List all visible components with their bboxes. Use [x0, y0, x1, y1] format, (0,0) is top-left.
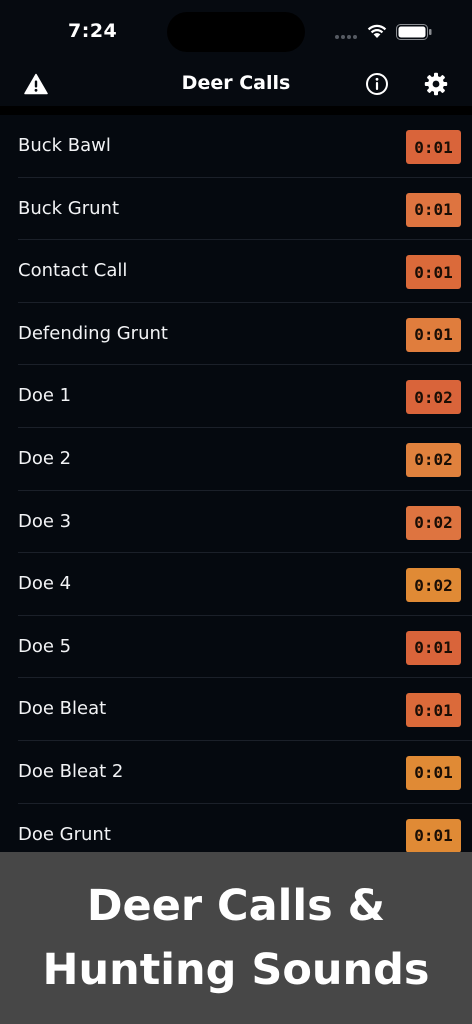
cellular-signal-icon — [335, 35, 357, 39]
duration-badge[interactable]: 0:02 — [406, 505, 461, 540]
list-item[interactable]: Doe Bleat 0:01 — [18, 678, 472, 741]
battery-icon — [396, 24, 432, 40]
duration-badge[interactable]: 0:01 — [406, 818, 461, 853]
list-item[interactable]: Doe 1 0:02 — [18, 365, 472, 428]
call-name: Doe Grunt — [18, 823, 111, 845]
duration-badge[interactable]: 0:02 — [406, 442, 461, 477]
status-time: 7:24 — [68, 20, 118, 42]
list-item[interactable]: Buck Bawl 0:01 — [18, 115, 472, 178]
duration-badge[interactable]: 0:01 — [406, 755, 461, 790]
dynamic-island — [167, 12, 305, 52]
duration-badge[interactable]: 0:01 — [406, 192, 461, 227]
list-item[interactable]: Buck Grunt 0:01 — [18, 178, 472, 241]
page-title: Deer Calls — [181, 72, 291, 94]
list-item[interactable]: Doe 4 0:02 — [18, 553, 472, 616]
call-list: Buck Bawl 0:01 Buck Grunt 0:01 Contact Call 0… — [0, 115, 472, 867]
status-bar: 7:24 — [0, 0, 472, 62]
info-icon[interactable] — [364, 71, 390, 97]
call-name: Doe 1 — [18, 385, 72, 407]
duration-badge[interactable]: 0:01 — [406, 255, 461, 290]
list-item[interactable]: Defending Grunt 0:01 — [18, 303, 472, 366]
call-name: Doe 4 — [18, 573, 72, 595]
gear-icon[interactable] — [423, 71, 449, 97]
duration-badge[interactable]: 0:02 — [406, 568, 461, 603]
call-name: Doe 5 — [18, 635, 72, 657]
duration-badge[interactable]: 0:01 — [406, 693, 461, 728]
promo-line-1: Deer Calls & — [86, 881, 386, 931]
duration-badge[interactable]: 0:02 — [406, 380, 461, 415]
call-name: Doe Bleat 2 — [18, 760, 124, 782]
call-name: Defending Grunt — [18, 322, 168, 344]
call-name: Buck Grunt — [18, 197, 120, 219]
call-name: Doe 3 — [18, 510, 72, 532]
nav-separator — [0, 106, 472, 115]
list-item[interactable]: Contact Call 0:01 — [18, 240, 472, 303]
duration-badge[interactable]: 0:01 — [406, 630, 461, 665]
list-item[interactable]: Doe 3 0:02 — [18, 491, 472, 554]
list-item[interactable]: Doe 2 0:02 — [18, 428, 472, 491]
promo-banner: Deer Calls & Hunting Sounds — [0, 852, 472, 1024]
duration-badge[interactable]: 0:01 — [406, 317, 461, 352]
call-name: Doe 2 — [18, 447, 72, 469]
call-name: Doe Bleat — [18, 698, 107, 720]
call-name: Buck Bawl — [18, 135, 111, 156]
promo-line-2: Hunting Sounds — [42, 945, 430, 995]
call-name: Contact Call — [18, 260, 128, 282]
duration-badge[interactable]: 0:01 — [406, 130, 461, 164]
navigation-bar: Deer Calls — [0, 62, 472, 106]
list-item[interactable]: Doe Bleat 2 0:01 — [18, 741, 472, 804]
list-item[interactable]: Doe 5 0:01 — [18, 616, 472, 679]
wifi-icon — [367, 24, 387, 38]
